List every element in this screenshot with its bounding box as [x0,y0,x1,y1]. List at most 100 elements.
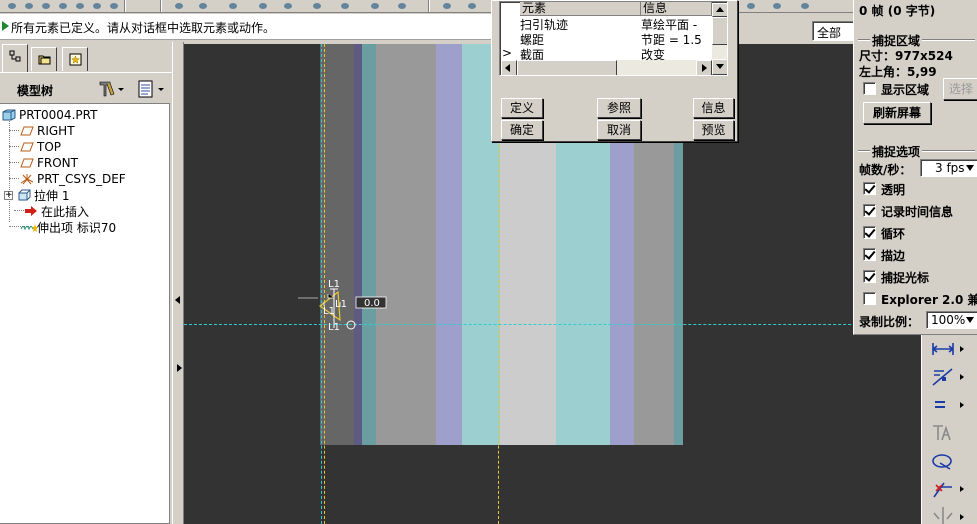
scroll-up-button[interactable] [712,3,727,17]
tree-item-part[interactable]: PRT0004.PRT [2,107,97,123]
option-checkbox[interactable] [863,226,876,239]
option-label: 记录时间信息 [881,205,954,219]
reference-button[interactable]: 参照 [597,98,641,118]
tree-item-label: FRONT [37,156,78,170]
scroll-left-button[interactable] [501,60,517,75]
trim-tool[interactable] [930,477,964,501]
toolbar-view-icon[interactable] [107,1,121,11]
option-checkbox[interactable] [863,270,876,283]
mirror-tool[interactable] [930,505,964,524]
scroll-thumb[interactable] [517,60,617,75]
option-checkbox[interactable] [863,204,876,217]
toolbar-view-icon[interactable] [73,1,87,11]
toolbar-view-icon[interactable] [440,1,454,11]
list-row[interactable]: 扫引轨迹 草绘平面 - [500,16,712,32]
tree-settings-icon[interactable] [96,79,126,99]
tree-item-insert-here[interactable]: 在此插入 [24,203,89,219]
tree-item-label: PRT_CSYS_DEF [37,172,126,186]
toolbar-view-icon[interactable] [744,1,758,11]
tree-item-extrude[interactable]: + 拉伸 1 [4,187,69,203]
tab-model-tree[interactable] [2,44,28,72]
preview-button[interactable]: 预览 [693,120,734,140]
toolbar-separator [124,0,126,12]
info-button[interactable]: 信息 [693,98,734,118]
model-tree-title: 模型树 [17,84,54,98]
toolbar-view-icon[interactable] [770,1,784,11]
scroll-right-button[interactable] [696,60,712,75]
scroll-thumb[interactable] [712,17,727,45]
toolbar-view-icon[interactable] [338,1,352,11]
scale-select[interactable]: 100% [926,311,977,329]
tree-item-right[interactable]: RIGHT [20,123,75,139]
dimension-value[interactable]: 0.0 [364,298,380,309]
equal-tool[interactable] [930,393,964,417]
cancel-button[interactable]: 取消 [597,120,641,140]
define-button[interactable]: 定义 [501,98,543,118]
toolbar-view-icon[interactable] [5,1,19,11]
select-area-button[interactable]: 选择 [943,78,977,100]
option-checkbox[interactable] [863,292,876,305]
scroll-down-button[interactable] [712,59,727,75]
tab-favorites[interactable] [62,47,88,71]
text-tool[interactable] [930,421,956,445]
option-label: 透明 [881,183,906,197]
show-area-label: 显示区域 [881,83,930,97]
column-header-info[interactable]: 信息 [641,2,712,16]
more-arrow-icon[interactable] [960,346,964,352]
toolbar-view-icon[interactable] [281,1,295,11]
arrow-left-icon [505,64,510,72]
more-arrow-icon[interactable] [960,514,964,520]
tree-item-top[interactable]: TOP [20,139,61,155]
message-area: 所有元素已定义。请从对话框中选取元素或动作。 [0,14,494,40]
list-row[interactable]: > 截面 改变 [500,46,712,62]
option-checkbox[interactable] [863,182,876,195]
trim-icon [933,482,952,498]
ok-button[interactable]: 确定 [501,120,543,140]
selection-filter[interactable]: 全部 [812,21,856,41]
modify-tool[interactable] [930,449,956,473]
tree-item-label: 在此插入 [41,204,90,219]
more-arrow-icon[interactable] [960,486,964,492]
column-header-element[interactable]: 元素 [520,2,641,16]
toolbar-view-icon[interactable] [172,1,186,11]
expand-right-icon[interactable] [177,364,182,372]
toolbar-view-icon[interactable] [256,1,270,11]
tree-item-front[interactable]: FRONT [20,155,78,171]
vertical-scrollbar[interactable] [712,3,727,75]
toolbar-view-icon[interactable] [56,1,70,11]
tree-item-csys[interactable]: PRT_CSYS_DEF [20,171,126,187]
constraint-tool[interactable] [930,365,964,389]
toolbar-view-icon[interactable] [395,1,409,11]
tab-folder-browser[interactable] [31,47,57,71]
collapse-left-icon[interactable] [175,296,180,304]
capture-size: 尺寸：977x524 [859,49,953,63]
horizontal-scrollbar[interactable] [501,60,712,75]
tree-show-icon[interactable] [136,79,166,99]
more-arrow-icon[interactable] [960,402,964,408]
option-checkbox[interactable] [863,248,876,261]
toolbar-view-icon[interactable] [226,1,240,11]
toolbar-view-icon[interactable] [310,1,324,11]
datum-plane-icon [20,157,34,169]
message-arrow-icon [2,21,9,31]
list-row[interactable]: 螺距 节距 = 1.5 [500,31,712,47]
dimension-tool[interactable] [930,337,964,361]
toolbar-view-icon[interactable] [196,1,210,11]
tree-item-protrusion[interactable]: 伸出项 标识70 [20,219,116,235]
toolbar-view-icon[interactable] [368,1,382,11]
toolbar-view-icon[interactable] [798,1,812,11]
expand-icon[interactable]: + [4,190,13,200]
show-area-checkbox[interactable] [863,82,876,95]
toolbar-view-icon[interactable] [90,1,104,11]
more-arrow-icon[interactable] [960,374,964,380]
capture-top-left: 左上角：5,99 [859,65,937,79]
element-list[interactable]: 元素 信息 扫引轨迹 草绘平面 - 螺距 节距 = 1.5 > 截面 改变 [499,1,728,76]
refresh-screen-button[interactable]: 刷新屏幕 [863,102,931,124]
model-band [376,44,436,445]
panel-sash[interactable] [172,42,184,524]
option-label: 描边 [881,249,906,263]
fps-select[interactable]: 3 fps [920,159,977,177]
toolbar-view-icon[interactable] [22,1,36,11]
toolbar-view-icon[interactable] [465,1,479,11]
toolbar-view-icon[interactable] [39,1,53,11]
